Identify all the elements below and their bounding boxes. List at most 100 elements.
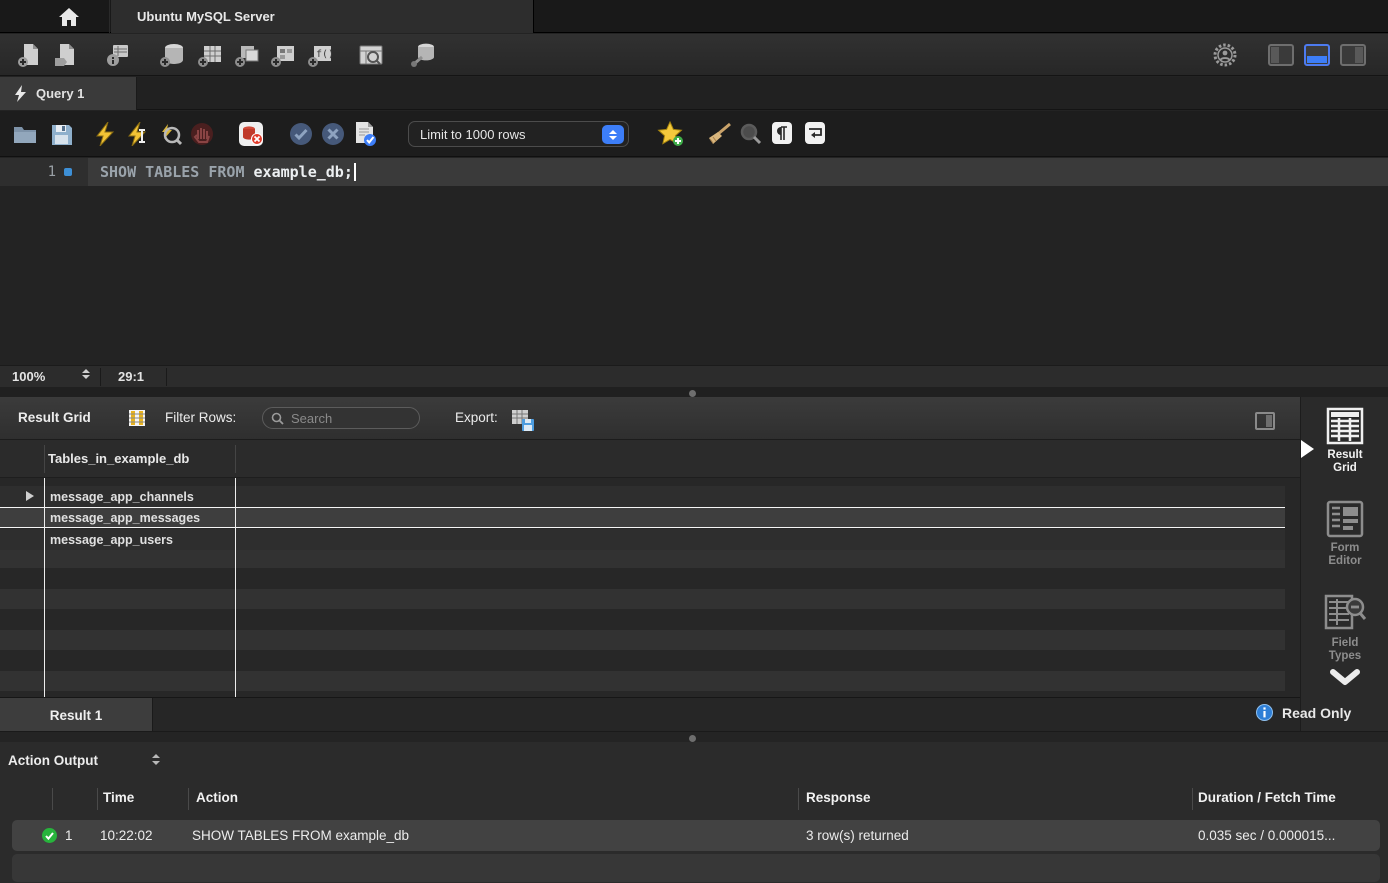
filter-rows-label: Filter Rows: bbox=[165, 410, 236, 425]
sql-code-line[interactable]: SHOW TABLES FROM example_db; bbox=[88, 158, 1388, 186]
action-output-selector[interactable] bbox=[152, 754, 160, 765]
stop-query-button[interactable] bbox=[187, 119, 217, 149]
sql-editor[interactable]: 1 SHOW TABLES FROM example_db; bbox=[0, 158, 1388, 365]
execute-query-button[interactable] bbox=[90, 119, 120, 149]
create-procedure-button[interactable] bbox=[266, 39, 300, 71]
result-tab-bar: Result 1 bbox=[0, 697, 1300, 731]
inspector-icon bbox=[105, 42, 131, 68]
sidebar-item-result-grid[interactable]: Result Grid bbox=[1301, 407, 1388, 475]
toggle-bottom-panel-button[interactable] bbox=[1300, 39, 1334, 71]
splitter-handle-icon bbox=[689, 735, 696, 742]
export-recordset-icon bbox=[511, 408, 535, 432]
zoom-stepper[interactable] bbox=[82, 369, 90, 379]
cell-table-name: message_app_messages bbox=[0, 511, 200, 525]
editor-gutter: 1 bbox=[0, 158, 88, 186]
sidebar-item-field-types[interactable]: Field Types bbox=[1301, 593, 1388, 663]
save-snippet-button[interactable] bbox=[656, 119, 686, 149]
table-row[interactable]: message_app_channels bbox=[0, 486, 1285, 507]
find-button[interactable] bbox=[736, 119, 766, 149]
success-check-icon bbox=[42, 828, 57, 843]
search-input[interactable] bbox=[289, 410, 411, 427]
column-header-response[interactable]: Response bbox=[806, 790, 871, 805]
svg-text:f(): f() bbox=[316, 49, 334, 60]
grid-options-icon[interactable] bbox=[128, 409, 146, 427]
open-script-button[interactable] bbox=[10, 119, 40, 149]
dropdown-stepper-icon bbox=[602, 125, 624, 144]
commit-check-icon bbox=[289, 122, 313, 146]
connection-tab[interactable]: Ubuntu MySQL Server bbox=[111, 0, 534, 33]
export-button[interactable] bbox=[508, 405, 538, 435]
bottom-panel-icon bbox=[1304, 44, 1330, 66]
limit-rows-value: Limit to 1000 rows bbox=[420, 127, 526, 142]
search-table-data-button[interactable] bbox=[354, 39, 388, 71]
search-icon bbox=[271, 412, 284, 425]
column-header-time[interactable]: Time bbox=[103, 790, 134, 805]
window-tab-bar: Ubuntu MySQL Server bbox=[0, 0, 1388, 33]
query-tab-label: Query 1 bbox=[36, 86, 84, 101]
create-schema-icon bbox=[158, 42, 186, 68]
toggle-autocommit-button[interactable] bbox=[350, 119, 380, 149]
administration-button[interactable] bbox=[407, 39, 441, 71]
collapse-sidebar-arrow-icon[interactable] bbox=[1301, 440, 1314, 458]
create-view-icon bbox=[233, 42, 261, 68]
create-table-button[interactable] bbox=[193, 39, 227, 71]
caret-position: 29:1 bbox=[118, 369, 144, 384]
horizontal-splitter-2[interactable] bbox=[0, 731, 1388, 742]
toggle-preview-panel-button[interactable] bbox=[1250, 406, 1280, 436]
pilcrow-icon bbox=[776, 126, 788, 141]
inspector-button[interactable] bbox=[101, 39, 135, 71]
search-table-icon bbox=[357, 42, 385, 68]
result-grid-title: Result Grid bbox=[18, 410, 91, 425]
preferences-button[interactable] bbox=[1208, 39, 1242, 71]
table-row[interactable]: message_app_messages bbox=[0, 507, 1285, 528]
commit-button[interactable] bbox=[286, 119, 316, 149]
result-tab-label: Result 1 bbox=[50, 708, 103, 723]
action-output-empty-row bbox=[12, 854, 1380, 882]
column-header-action[interactable]: Action bbox=[196, 790, 238, 805]
rollback-button[interactable] bbox=[318, 119, 348, 149]
folder-icon bbox=[13, 124, 37, 144]
toggle-stop-on-error-button[interactable] bbox=[236, 119, 266, 149]
stop-on-error-icon bbox=[238, 121, 264, 147]
tab-query-1[interactable]: Query 1 bbox=[0, 77, 137, 110]
action-output-panel: Action Output Time Action Response Durat… bbox=[0, 742, 1388, 883]
open-file-icon bbox=[53, 42, 79, 68]
beautify-query-button[interactable] bbox=[704, 119, 734, 149]
create-table-icon bbox=[196, 42, 224, 68]
horizontal-splitter[interactable] bbox=[0, 387, 1388, 397]
action-output-row[interactable]: 1 10:22:02 SHOW TABLES FROM example_db 3… bbox=[12, 820, 1380, 851]
export-label: Export: bbox=[455, 410, 498, 425]
save-script-button[interactable] bbox=[46, 119, 76, 149]
editor-status-bar: 100% 29:1 bbox=[0, 365, 1388, 387]
grid-column-header[interactable]: Tables_in_example_db bbox=[48, 451, 189, 466]
grid-header-row: Tables_in_example_db bbox=[0, 440, 1300, 478]
create-schema-button[interactable] bbox=[155, 39, 189, 71]
create-function-button[interactable]: f() bbox=[303, 39, 337, 71]
column-header-duration[interactable]: Duration / Fetch Time bbox=[1198, 790, 1336, 805]
explain-plan-button[interactable] bbox=[155, 119, 185, 149]
sidebar-scroll-down-button[interactable] bbox=[1301, 669, 1388, 689]
empty-grid-stripes bbox=[0, 548, 1285, 697]
new-sql-tab-button[interactable] bbox=[13, 39, 47, 71]
result-grid: Tables_in_example_db message_app_channel… bbox=[0, 440, 1300, 697]
field-types-icon bbox=[1323, 593, 1367, 633]
broom-icon bbox=[706, 122, 732, 146]
sidebar-item-label: Form Editor bbox=[1315, 542, 1375, 568]
open-sql-script-button[interactable] bbox=[49, 39, 83, 71]
tab-result-1[interactable]: Result 1 bbox=[0, 698, 153, 732]
table-row[interactable]: message_app_users bbox=[0, 529, 1285, 550]
limit-rows-dropdown[interactable]: Limit to 1000 rows bbox=[408, 121, 629, 147]
home-tab[interactable] bbox=[28, 0, 110, 33]
create-view-button[interactable] bbox=[230, 39, 264, 71]
explain-icon bbox=[158, 122, 182, 146]
sidebar-item-form-editor[interactable]: Form Editor bbox=[1301, 500, 1388, 568]
current-row-marker-icon bbox=[26, 491, 34, 501]
filter-search-box[interactable] bbox=[262, 407, 420, 429]
execute-current-statement-button[interactable] bbox=[123, 119, 153, 149]
toggle-invisible-chars-button[interactable] bbox=[772, 122, 792, 144]
result-grid-toolbar: Result Grid Filter Rows: Export: bbox=[0, 397, 1388, 440]
editor-tab-bar: Query 1 bbox=[0, 77, 1388, 110]
toggle-right-panel-button[interactable] bbox=[1336, 39, 1370, 71]
toggle-word-wrap-button[interactable] bbox=[805, 122, 825, 144]
toggle-left-panel-button[interactable] bbox=[1264, 39, 1298, 71]
